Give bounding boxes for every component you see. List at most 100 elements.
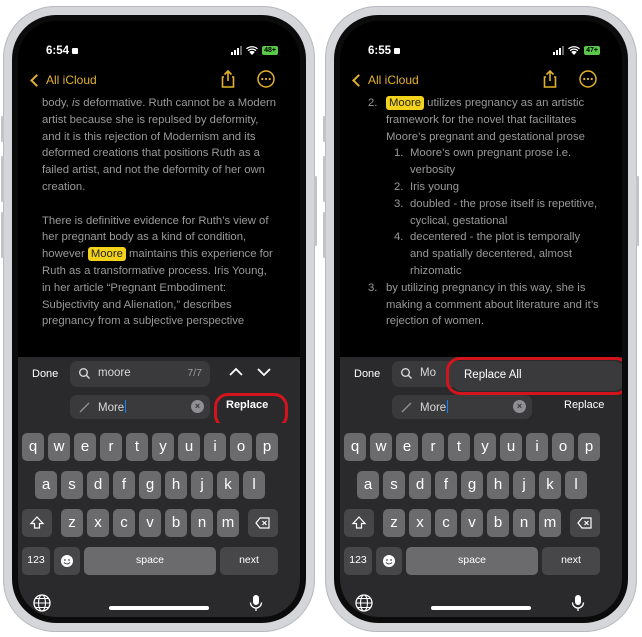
microphone-icon[interactable] — [568, 593, 588, 613]
key-f[interactable]: f — [435, 471, 457, 499]
next-key[interactable]: next — [542, 547, 600, 575]
key-e[interactable]: e — [74, 433, 96, 461]
note-body[interactable]: 2. Moore utilizes pregnancy as an artisti… — [364, 95, 600, 357]
share-icon[interactable] — [218, 69, 238, 89]
next-key[interactable]: next — [220, 547, 278, 575]
chevron-down-icon[interactable] — [254, 362, 274, 382]
note-body[interactable]: body, is deformative. Ruth cannot be a M… — [42, 95, 278, 357]
key-k[interactable]: k — [539, 471, 561, 499]
key-t[interactable]: t — [126, 433, 148, 461]
search-icon[interactable] — [400, 367, 414, 381]
search-icon[interactable] — [78, 367, 92, 381]
key-o[interactable]: o — [230, 433, 252, 461]
shift-icon[interactable] — [344, 509, 374, 537]
key-u[interactable]: u — [500, 433, 522, 461]
key-l[interactable]: l — [565, 471, 587, 499]
power-button — [636, 176, 639, 246]
key-j[interactable]: j — [513, 471, 535, 499]
clear-icon[interactable]: × — [191, 400, 204, 413]
key-r[interactable]: r — [422, 433, 444, 461]
key-b[interactable]: b — [165, 509, 187, 537]
key-q[interactable]: q — [344, 433, 366, 461]
clear-icon[interactable]: × — [513, 400, 526, 413]
more-icon[interactable] — [578, 69, 598, 89]
key-a[interactable]: a — [357, 471, 379, 499]
key-w[interactable]: w — [370, 433, 392, 461]
replace-field[interactable]: More × — [392, 395, 532, 419]
delete-icon[interactable] — [248, 509, 278, 537]
mute-switch — [1, 116, 4, 142]
space-key[interactable]: space — [406, 547, 538, 575]
key-m[interactable]: m — [217, 509, 239, 537]
key-m[interactable]: m — [539, 509, 561, 537]
key-d[interactable]: d — [87, 471, 109, 499]
key-p[interactable]: p — [256, 433, 278, 461]
key-n[interactable]: n — [191, 509, 213, 537]
mute-switch — [323, 116, 326, 142]
key-i[interactable]: i — [526, 433, 548, 461]
key-d[interactable]: d — [409, 471, 431, 499]
space-key[interactable]: space — [84, 547, 216, 575]
back-button[interactable]: All iCloud — [30, 73, 97, 87]
shift-icon[interactable] — [22, 509, 52, 537]
numbers-key[interactable]: 123 — [344, 547, 372, 575]
key-w[interactable]: w — [48, 433, 70, 461]
key-f[interactable]: f — [113, 471, 135, 499]
microphone-icon[interactable] — [246, 593, 266, 613]
key-c[interactable]: c — [113, 509, 135, 537]
chevron-left-icon — [30, 73, 43, 87]
key-a[interactable]: a — [35, 471, 57, 499]
status-bar: 6:55 47+ — [340, 21, 622, 67]
key-h[interactable]: h — [487, 471, 509, 499]
key-x[interactable]: x — [409, 509, 431, 537]
key-v[interactable]: v — [139, 509, 161, 537]
done-button[interactable]: Done — [354, 368, 380, 380]
key-i[interactable]: i — [204, 433, 226, 461]
key-l[interactable]: l — [243, 471, 265, 499]
key-p[interactable]: p — [578, 433, 600, 461]
battery-indicator: 48+ — [262, 46, 278, 55]
key-h[interactable]: h — [165, 471, 187, 499]
globe-icon[interactable] — [32, 593, 52, 613]
key-y[interactable]: y — [474, 433, 496, 461]
key-z[interactable]: z — [61, 509, 83, 537]
pencil-icon — [400, 400, 414, 414]
key-x[interactable]: x — [87, 509, 109, 537]
status-time: 6:55 — [368, 45, 401, 57]
chevron-up-icon[interactable] — [226, 362, 246, 382]
search-field[interactable]: moore 7/7 — [70, 361, 210, 387]
search-match-highlight: Moore — [87, 247, 126, 262]
replace-field[interactable]: More × — [70, 395, 210, 419]
cellular-signal-icon — [553, 46, 565, 55]
phone-right: 6:55 47+ All iCloud 2. Moore utilizes pre… — [323, 6, 639, 632]
share-icon[interactable] — [540, 69, 560, 89]
key-q[interactable]: q — [22, 433, 44, 461]
key-e[interactable]: e — [396, 433, 418, 461]
key-v[interactable]: v — [461, 509, 483, 537]
key-b[interactable]: b — [487, 509, 509, 537]
replace-button[interactable]: Replace — [564, 399, 604, 411]
key-t[interactable]: t — [448, 433, 470, 461]
key-c[interactable]: c — [435, 509, 457, 537]
key-n[interactable]: n — [513, 509, 535, 537]
key-y[interactable]: y — [152, 433, 174, 461]
key-k[interactable]: k — [217, 471, 239, 499]
emoji-icon[interactable] — [54, 547, 80, 575]
annotation-circle — [446, 357, 622, 395]
globe-icon[interactable] — [354, 593, 374, 613]
key-o[interactable]: o — [552, 433, 574, 461]
key-s[interactable]: s — [61, 471, 83, 499]
key-g[interactable]: g — [139, 471, 161, 499]
delete-icon[interactable] — [570, 509, 600, 537]
numbers-key[interactable]: 123 — [22, 547, 50, 575]
key-u[interactable]: u — [178, 433, 200, 461]
key-g[interactable]: g — [461, 471, 483, 499]
more-icon[interactable] — [256, 69, 276, 89]
done-button[interactable]: Done — [32, 368, 58, 380]
key-z[interactable]: z — [383, 509, 405, 537]
key-r[interactable]: r — [100, 433, 122, 461]
key-j[interactable]: j — [191, 471, 213, 499]
key-s[interactable]: s — [383, 471, 405, 499]
emoji-icon[interactable] — [376, 547, 402, 575]
back-button[interactable]: All iCloud — [352, 73, 419, 87]
